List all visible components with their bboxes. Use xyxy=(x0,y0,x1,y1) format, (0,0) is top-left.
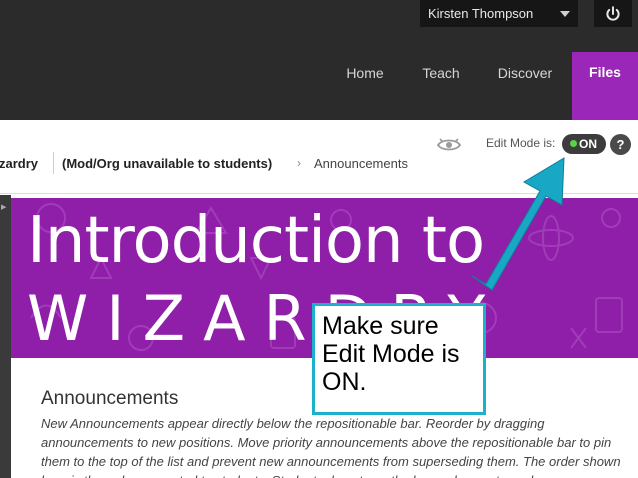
instruction-callout: Make sure Edit Mode is ON. xyxy=(312,303,486,415)
edit-mode-toggle[interactable]: ON xyxy=(562,134,606,154)
power-icon xyxy=(606,5,620,21)
caret-down-icon xyxy=(560,11,570,17)
announcements-description: New Announcements appear directly below … xyxy=(41,416,621,478)
chevron-right-icon: › xyxy=(297,156,301,170)
edit-mode-label: Edit Mode is: xyxy=(486,136,556,150)
banner-title-line1: Introduction to xyxy=(27,204,485,278)
help-button[interactable]: ? xyxy=(610,134,631,155)
nav-tab-discover[interactable]: Discover xyxy=(486,52,564,120)
breadcrumb-course[interactable]: zardry xyxy=(0,156,38,171)
user-menu-dropdown[interactable]: Kirsten Thompson xyxy=(420,0,578,27)
nav-tab-home[interactable]: Home xyxy=(335,52,395,120)
nav-tab-files[interactable]: Files xyxy=(572,52,638,120)
collapse-menu-icon: ▶ xyxy=(1,204,7,211)
breadcrumb-bar: zardry (Mod/Org unavailable to students)… xyxy=(0,120,638,194)
course-menu-strip[interactable]: ▶ xyxy=(0,195,11,478)
page-title: Announcements xyxy=(41,388,179,409)
logout-button[interactable] xyxy=(594,0,632,27)
breadcrumb-divider xyxy=(53,152,54,174)
user-name: Kirsten Thompson xyxy=(428,6,534,21)
top-navigation-bar: Kirsten Thompson Home Teach Discover Fil… xyxy=(0,0,638,120)
nav-tab-teach[interactable]: Teach xyxy=(408,52,474,120)
student-preview-eye-icon[interactable] xyxy=(436,137,462,153)
breadcrumb-current-page: Announcements xyxy=(314,156,408,171)
breadcrumb-course-status[interactable]: (Mod/Org unavailable to students) xyxy=(62,156,272,171)
